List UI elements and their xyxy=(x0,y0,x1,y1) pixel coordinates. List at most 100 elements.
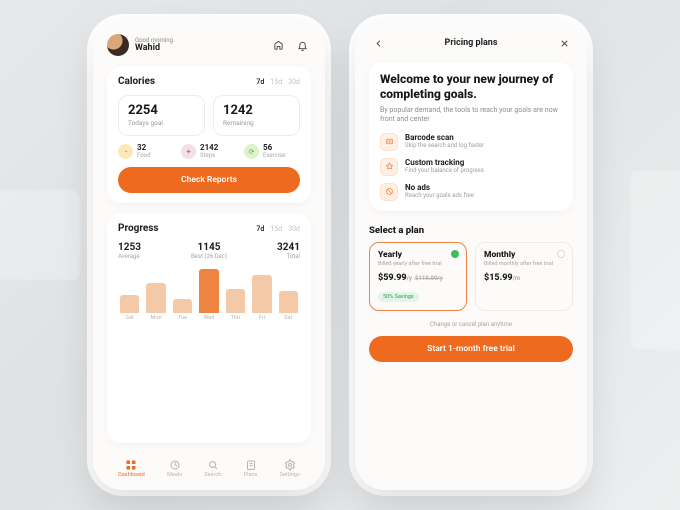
pricing-screen: Pricing plans Welcome to your new journe… xyxy=(355,20,587,490)
avatar[interactable] xyxy=(107,34,129,56)
exercise-value: 56 xyxy=(263,144,285,152)
feature-barcode-sub: Skip the search and log faster xyxy=(405,142,484,149)
goal-box: 2254 Todays goal xyxy=(118,95,205,136)
plan-monthly-per: /m xyxy=(513,275,521,282)
bar-fill xyxy=(146,283,165,313)
total-value: 3241 xyxy=(277,242,300,253)
close-icon[interactable] xyxy=(555,34,573,52)
welcome-subtitle: By popular demand, the tools to reach yo… xyxy=(380,106,562,125)
check-reports-button[interactable]: Check Reports xyxy=(118,167,300,193)
tab-meals[interactable]: Meals xyxy=(167,459,182,478)
plan-yearly-name: Yearly xyxy=(378,250,458,260)
tab-settings[interactable]: Settings xyxy=(280,459,300,478)
remaining-value: 1242 xyxy=(223,104,290,117)
bar-label: Mon xyxy=(151,315,162,321)
tab-bar: Dashboard Meals Search Plans Settings xyxy=(107,453,311,480)
plan-monthly-price: $15.99 xyxy=(484,273,513,283)
plan-monthly-name: Monthly xyxy=(484,250,564,260)
feature-tracking-sub: Find your balance of progress xyxy=(405,167,484,174)
range-15d[interactable]: 15d xyxy=(270,78,282,86)
bar-sat: Sat xyxy=(279,291,298,321)
bar-tue: Tue xyxy=(173,299,192,321)
remaining-label: Remaining xyxy=(223,119,290,127)
tab-search-label: Search xyxy=(204,472,221,478)
bar-fri: Fri xyxy=(252,275,271,321)
tab-search[interactable]: Search xyxy=(204,459,221,478)
bar-label: Sat xyxy=(126,315,134,321)
noads-icon xyxy=(380,183,398,201)
calories-range: 7d 15d 30d xyxy=(256,78,300,86)
range-30d[interactable]: 30d xyxy=(288,78,300,86)
tab-meals-label: Meals xyxy=(167,472,182,478)
tab-plans-label: Plans xyxy=(244,472,258,478)
barcode-icon xyxy=(380,133,398,151)
range-7d[interactable]: 7d xyxy=(256,78,264,86)
progress-card: Progress 7d 15d 30d 1253Average 1145Best… xyxy=(107,213,311,443)
exercise-label: Exercise xyxy=(263,152,285,159)
plan-yearly-price: $59.99 xyxy=(378,273,407,283)
bar-mon: Mon xyxy=(146,283,165,321)
food-value: 32 xyxy=(137,144,150,152)
progress-range: 7d 15d 30d xyxy=(256,225,300,233)
tab-settings-label: Settings xyxy=(280,472,300,478)
bar-fill xyxy=(173,299,192,313)
plan-monthly-radio[interactable] xyxy=(557,250,565,258)
progress-chart: Sat Mon Tue Wed Thu Fri Sat xyxy=(118,266,300,321)
bar-wed: Wed xyxy=(199,269,218,321)
exercise-icon: ⟳ xyxy=(244,144,259,159)
food-icon: ◔ xyxy=(118,144,133,159)
plan-yearly-radio[interactable] xyxy=(451,250,459,258)
calories-title: Calories xyxy=(118,76,256,87)
prange-30d[interactable]: 30d xyxy=(288,225,300,233)
remaining-box: 1242 Remaining xyxy=(213,95,300,136)
bar-label: Wed xyxy=(204,315,215,321)
header: Good morning Wahid xyxy=(107,34,311,56)
feature-tracking-title: Custom tracking xyxy=(405,158,484,167)
select-plan-title: Select a plan xyxy=(369,225,573,236)
tab-dashboard[interactable]: Dashboard xyxy=(118,459,145,478)
progress-title: Progress xyxy=(118,223,256,234)
greeting-name: Wahid xyxy=(135,44,263,53)
total-label: Total xyxy=(277,253,300,260)
steps-icon: ✦ xyxy=(181,144,196,159)
bell-icon[interactable] xyxy=(293,36,311,54)
plan-yearly-per: /y xyxy=(407,275,412,282)
plan-yearly-strike: $119.99/y xyxy=(415,275,443,282)
greeting: Good morning Wahid xyxy=(135,38,263,53)
bar-sat: Sat xyxy=(120,295,139,321)
tracking-icon xyxy=(380,158,398,176)
avg-value: 1253 xyxy=(118,242,141,253)
feature-barcode-title: Barcode scan xyxy=(405,133,484,142)
steps-chip: ✦ 2142Steps xyxy=(181,144,237,159)
plan-monthly[interactable]: Monthly Billed monthly after free trial … xyxy=(475,242,573,312)
bar-fill xyxy=(252,275,271,313)
prange-15d[interactable]: 15d xyxy=(270,225,282,233)
best-value: 1145 xyxy=(191,242,227,253)
feature-noads-title: No ads xyxy=(405,183,474,192)
start-trial-button[interactable]: Start 1-month free trial xyxy=(369,336,573,362)
back-icon[interactable] xyxy=(369,34,387,52)
plan-yearly[interactable]: Yearly Billed yearly after free trial $5… xyxy=(369,242,467,312)
tab-plans[interactable]: Plans xyxy=(244,459,258,478)
feature-tracking: Custom trackingFind your balance of prog… xyxy=(380,158,562,176)
feature-barcode: Barcode scanSkip the search and log fast… xyxy=(380,133,562,151)
steps-label: Steps xyxy=(200,152,218,159)
feature-noads: No adsReach your goals ads free xyxy=(380,183,562,201)
bar-fill xyxy=(279,291,298,313)
home-icon[interactable] xyxy=(269,36,287,54)
best-label: Best (26 Dec) xyxy=(191,253,227,260)
bar-label: Thu xyxy=(231,315,240,321)
goal-label: Todays goal xyxy=(128,119,195,127)
plan-monthly-bill: Billed monthly after free trial xyxy=(484,261,564,268)
exercise-chip: ⟳ 56Exercise xyxy=(244,144,300,159)
bar-label: Sat xyxy=(284,315,292,321)
bar-fill xyxy=(226,289,245,313)
goal-value: 2254 xyxy=(128,104,195,117)
bar-label: Tue xyxy=(178,315,187,321)
bar-thu: Thu xyxy=(226,289,245,321)
avg-label: Average xyxy=(118,253,141,260)
prange-7d[interactable]: 7d xyxy=(256,225,264,233)
plan-yearly-bill: Billed yearly after free trial xyxy=(378,261,458,268)
welcome-title: Welcome to your new journey of completin… xyxy=(380,72,562,102)
bar-fill xyxy=(199,269,218,313)
